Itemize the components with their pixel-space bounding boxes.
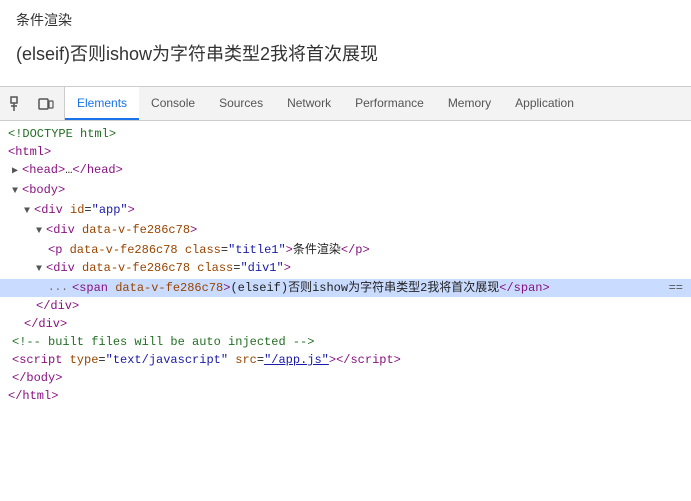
line-dots-indicator: ...: [48, 279, 72, 297]
tab-performance[interactable]: Performance: [343, 87, 436, 120]
devtools-toolbar: Elements Console Sources Network Perform…: [0, 87, 691, 121]
code-line-1: <!DOCTYPE html>: [0, 125, 691, 143]
code-line-14: </body>: [0, 369, 691, 387]
code-line-15: </html>: [0, 387, 691, 405]
tab-application[interactable]: Application: [503, 87, 586, 120]
tab-network[interactable]: Network: [275, 87, 343, 120]
code-line-7: <p data-v-fe286c78 class="title1">条件渲染</…: [0, 241, 691, 259]
line-equals-sign: ==: [669, 279, 683, 297]
devtools-panel: Elements Console Sources Network Perform…: [0, 86, 691, 426]
devtools-icons: [0, 87, 65, 120]
tab-memory[interactable]: Memory: [436, 87, 503, 120]
page-content: 条件渲染 (elseif)否则ishow为字符串类型2我将首次展现: [0, 0, 691, 86]
page-title: 条件渲染: [16, 10, 675, 30]
code-line-4[interactable]: ▼<body>: [0, 181, 691, 201]
tab-sources[interactable]: Sources: [207, 87, 275, 120]
expand-div1[interactable]: ▼: [36, 261, 46, 279]
code-line-9-highlighted[interactable]: ... <span data-v-fe286c78>(elseif)否则isho…: [0, 279, 691, 297]
expand-body[interactable]: ▼: [12, 183, 22, 201]
expand-head[interactable]: ▶: [12, 163, 22, 181]
tab-console[interactable]: Console: [139, 87, 207, 120]
expand-app-div[interactable]: ▼: [24, 203, 34, 221]
devtools-code-panel[interactable]: <!DOCTYPE html> <html> ▶<head>…</head> ▼…: [0, 121, 691, 426]
code-line-3[interactable]: ▶<head>…</head>: [0, 161, 691, 181]
code-line-5[interactable]: ▼<div id="app">: [0, 201, 691, 221]
devtools-tabs: Elements Console Sources Network Perform…: [65, 87, 691, 120]
code-line-10: </div>: [0, 297, 691, 315]
code-line-13: <script type="text/javascript" src="/app…: [0, 351, 691, 369]
code-line-11: </div>: [0, 315, 691, 333]
code-line-8[interactable]: ▼<div data-v-fe286c78 class="div1">: [0, 259, 691, 279]
device-toggle-icon[interactable]: [34, 92, 58, 116]
inspector-icon[interactable]: [6, 92, 30, 116]
code-line-12: <!-- built files will be auto injected -…: [0, 333, 691, 351]
code-line-6[interactable]: ▼<div data-v-fe286c78>: [0, 221, 691, 241]
code-line-2: <html>: [0, 143, 691, 161]
tab-elements[interactable]: Elements: [65, 87, 139, 120]
page-subtitle: (elseif)否则ishow为字符串类型2我将首次展现: [16, 40, 675, 66]
expand-datav-div[interactable]: ▼: [36, 223, 46, 241]
